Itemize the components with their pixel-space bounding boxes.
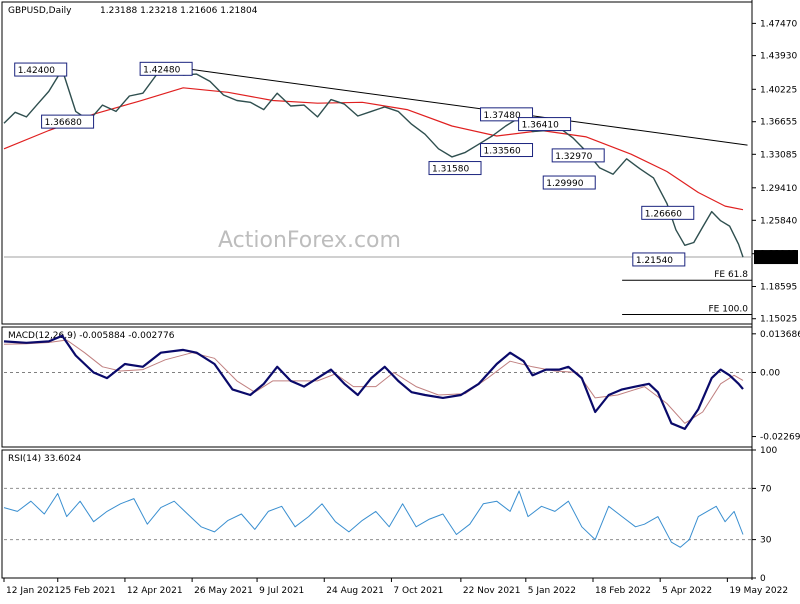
panel-frame-macd [1, 326, 753, 448]
y-tick-label: 1.36655 [760, 118, 797, 128]
price-annotation-label: 1.21540 [636, 256, 673, 266]
x-tick-label: 9 Jul 2021 [259, 586, 304, 596]
price-annotation-label: 1.36680 [45, 118, 82, 128]
x-tick-label: 12 Jan 2021 [6, 586, 60, 596]
y-tick-label: -0.022698 [760, 433, 800, 443]
x-tick-label: 5 Jan 2022 [528, 586, 576, 596]
price-annotation-label: 1.29990 [546, 179, 583, 189]
x-tick-label: 25 Feb 2021 [60, 586, 116, 596]
y-tick-label: 1.18595 [760, 282, 797, 292]
panel-frame-rsi [1, 449, 753, 579]
series-line-ma [3, 87, 744, 211]
y-tick-label: 1.15025 [760, 315, 797, 325]
price-annotation-label: 1.37480 [484, 111, 521, 121]
x-tick-label: 5 Apr 2022 [662, 586, 712, 596]
watermark: ActionForex.com [218, 228, 401, 253]
series-line-signal [3, 339, 744, 424]
panel-frame-price [1, 1, 753, 325]
ohlc-readout: 1.23188 1.23218 1.21606 1.21804 [100, 6, 258, 16]
price-annotation-label: 1.32970 [555, 152, 592, 162]
y-tick-label: 70 [760, 484, 772, 494]
series-line-macd [3, 334, 744, 430]
y-tick-label: 1.33085 [760, 150, 797, 160]
fib-label: FE 61.8 [714, 270, 748, 280]
y-tick-label: 1.47470 [760, 19, 797, 29]
price-annotation-label: 1.42400 [18, 66, 55, 76]
y-tick-label: 100 [760, 446, 777, 456]
x-tick-label: 19 May 2022 [729, 586, 788, 596]
y-tick-label: 0.00 [760, 368, 780, 378]
x-tick-label: 22 Nov 2021 [463, 586, 521, 596]
fib-label: FE 100.0 [709, 304, 749, 314]
x-tick-label: 12 Apr 2021 [127, 586, 183, 596]
x-tick-label: 24 Aug 2021 [326, 586, 384, 596]
price-annotation-label: 1.42480 [143, 65, 180, 75]
price-title: GBPUSD,Daily [8, 6, 72, 16]
y-tick-label: 1.29410 [760, 184, 797, 194]
chart-svg: 1.47470 1.43930 1.40225 1.36655 1.33085 1.294… [1, 0, 800, 596]
y-tick-label: 1.25840 [760, 216, 797, 226]
trendline [192, 69, 748, 146]
macd-title: MACD(12,26,9) -0.005884 -0.002776 [8, 331, 175, 341]
y-tick-label: 30 [760, 536, 772, 546]
y-tick-label: 1.43930 [760, 52, 797, 62]
chart-window: 1.47470 1.43930 1.40225 1.36655 1.33085 1.294… [0, 0, 800, 600]
y-tick-label: 1.40225 [760, 85, 797, 95]
x-tick-label: 7 Oct 2021 [393, 586, 443, 596]
x-tick-label: 26 May 2021 [194, 586, 253, 596]
series-line-rsi [3, 490, 744, 548]
price-annotation-label: 1.33560 [484, 147, 521, 157]
price-annotation-label: 1.31580 [432, 165, 469, 175]
current-price-label: 1.21804 [758, 254, 795, 264]
price-annotation-label: 1.26660 [645, 209, 682, 219]
y-tick-label: 0.013686 [760, 330, 800, 340]
x-tick-label: 18 Feb 2022 [595, 586, 651, 596]
price-annotation-label: 1.36410 [522, 121, 559, 131]
rsi-title: RSI(14) 33.6024 [8, 454, 81, 464]
y-tick-label: 0 [760, 574, 766, 584]
